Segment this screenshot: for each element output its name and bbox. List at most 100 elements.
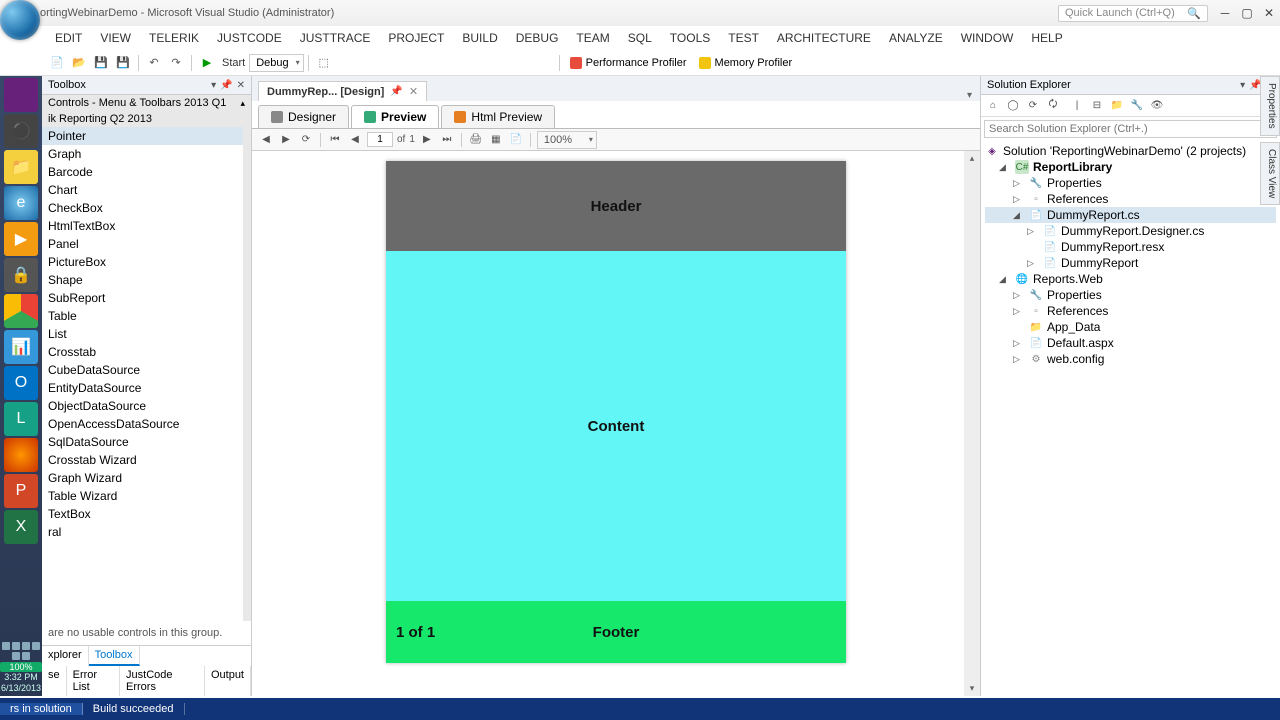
bottom-tab[interactable]: JustCode Errors xyxy=(120,666,205,696)
file-node[interactable]: ▷⚙web.config xyxy=(985,351,1276,367)
mem-profiler-button[interactable]: Memory Profiler xyxy=(693,57,799,69)
zoom-combo[interactable]: 100% xyxy=(537,131,597,149)
menu-window[interactable]: WINDOW xyxy=(952,31,1023,45)
toolbox-item[interactable]: Graph xyxy=(42,145,243,163)
menu-tools[interactable]: TOOLS xyxy=(661,31,719,45)
bottom-tab[interactable]: Error List xyxy=(67,666,120,696)
menu-project[interactable]: PROJECT xyxy=(379,31,453,45)
taskbar-outlook-icon[interactable]: O xyxy=(4,366,38,400)
start-button[interactable]: Start xyxy=(222,57,245,69)
menu-build[interactable]: BUILD xyxy=(453,31,506,45)
toolbox-item[interactable]: ral xyxy=(42,523,243,541)
file-node[interactable]: ◢📄DummyReport.cs xyxy=(985,207,1276,223)
toolbox-item[interactable]: PictureBox xyxy=(42,253,243,271)
toolbox-group[interactable]: ik Reporting Q2 2013 xyxy=(42,111,251,127)
home-icon[interactable]: ⌂ xyxy=(985,98,1001,114)
menu-justtrace[interactable]: JUSTTRACE xyxy=(291,31,380,45)
new-project-icon[interactable]: 📄 xyxy=(48,54,66,72)
taskbar-chrome-icon[interactable] xyxy=(4,294,38,328)
quick-launch-input[interactable]: Quick Launch (Ctrl+Q)🔍 xyxy=(1058,5,1208,22)
bottom-tab[interactable]: se xyxy=(42,666,67,696)
toolbox-item[interactable]: Barcode xyxy=(42,163,243,181)
undo-icon[interactable]: ↶ xyxy=(145,54,163,72)
toolbox-item[interactable]: Crosstab Wizard xyxy=(42,451,243,469)
status-errors[interactable]: rs in solution xyxy=(0,703,83,715)
tab-designer[interactable]: Designer xyxy=(258,105,349,128)
scrollbar[interactable]: ▴▾ xyxy=(964,151,980,696)
toolbox-item[interactable]: Crosstab xyxy=(42,343,243,361)
toolbox-item[interactable]: Graph Wizard xyxy=(42,469,243,487)
menu-test[interactable]: TEST xyxy=(719,31,768,45)
panel-tab[interactable]: xplorer xyxy=(42,646,89,666)
clock[interactable]: 3:32 PM6/13/2013 xyxy=(0,672,42,694)
close-icon[interactable]: ✕ xyxy=(409,85,418,98)
config-combo[interactable]: Debug xyxy=(249,54,303,72)
dropdown-icon[interactable]: ▾ xyxy=(1240,80,1245,91)
toolbox-item[interactable]: Pointer xyxy=(42,127,243,145)
toolbox-item[interactable]: HtmlTextBox xyxy=(42,217,243,235)
taskbar-ie-icon[interactable]: e xyxy=(4,186,38,220)
dropdown-icon[interactable]: ▾ xyxy=(211,80,216,91)
properties-tab[interactable]: Properties xyxy=(1260,76,1280,136)
solution-search[interactable] xyxy=(981,117,1280,141)
print-icon[interactable]: 🖨 xyxy=(468,132,484,148)
toolbox-item[interactable]: SqlDataSource xyxy=(42,433,243,451)
prev-page-icon[interactable]: ◀ xyxy=(347,132,363,148)
properties-node[interactable]: ▷🔧Properties xyxy=(985,287,1276,303)
toolbox-item[interactable]: Table xyxy=(42,307,243,325)
menu-edit[interactable]: EDIT xyxy=(46,31,91,45)
first-page-icon[interactable]: ⏮ xyxy=(327,132,343,148)
menu-telerik[interactable]: TELERIK xyxy=(140,31,208,45)
toolbox-item[interactable]: TextBox xyxy=(42,505,243,523)
toolbox-item[interactable]: SubReport xyxy=(42,289,243,307)
toolbox-group[interactable]: Controls - Menu & Toolbars 2013 Q1▴ xyxy=(42,95,251,111)
start-orb[interactable] xyxy=(0,0,40,40)
toolbox-item[interactable]: EntityDataSource xyxy=(42,379,243,397)
menu-analyze[interactable]: ANALYZE xyxy=(880,31,952,45)
menu-help[interactable]: HELP xyxy=(1022,31,1071,45)
tab-preview[interactable]: Preview xyxy=(351,105,439,128)
minimize-button[interactable]: ─ xyxy=(1214,4,1236,22)
system-tray[interactable] xyxy=(0,640,42,662)
collapse-icon[interactable]: ⊟ xyxy=(1089,98,1105,114)
toolbox-item[interactable]: Table Wizard xyxy=(42,487,243,505)
nav-back-icon[interactable]: ◀ xyxy=(258,132,274,148)
toolbox-item[interactable]: Chart xyxy=(42,181,243,199)
export-icon[interactable]: 📄 xyxy=(508,132,524,148)
menu-sql[interactable]: SQL xyxy=(619,31,661,45)
back-icon[interactable]: ◯ xyxy=(1005,98,1021,114)
taskbar-folder-icon[interactable]: 📁 xyxy=(4,150,38,184)
layout-icon[interactable]: ▦ xyxy=(488,132,504,148)
toolbox-item[interactable]: ObjectDataSource xyxy=(42,397,243,415)
bottom-tab[interactable]: Output xyxy=(205,666,251,696)
save-all-icon[interactable]: 💾 xyxy=(114,54,132,72)
page-input[interactable] xyxy=(367,132,393,147)
document-tab[interactable]: DummyRep... [Design] 📌 ✕ xyxy=(258,81,427,101)
last-page-icon[interactable]: ⏭ xyxy=(439,132,455,148)
perf-profiler-button[interactable]: Performance Profiler xyxy=(564,57,693,69)
taskbar-icon[interactable]: 📊 xyxy=(4,330,38,364)
file-node[interactable]: 📄DummyReport.resx xyxy=(985,239,1276,255)
toolbox-item[interactable]: List xyxy=(42,325,243,343)
references-node[interactable]: ▷▫References xyxy=(985,303,1276,319)
panel-tab[interactable]: Toolbox xyxy=(89,646,140,666)
class-view-tab[interactable]: Class View xyxy=(1260,142,1280,205)
menu-team[interactable]: TEAM xyxy=(567,31,618,45)
toolbox-item[interactable]: Shape xyxy=(42,271,243,289)
save-icon[interactable]: 💾 xyxy=(92,54,110,72)
properties-icon[interactable]: 🔧 xyxy=(1129,98,1145,114)
toolbox-item[interactable]: CubeDataSource xyxy=(42,361,243,379)
solution-search-input[interactable] xyxy=(984,120,1277,138)
file-node[interactable]: ▷📄Default.aspx xyxy=(985,335,1276,351)
redo-icon[interactable]: ↷ xyxy=(167,54,185,72)
menu-justcode[interactable]: JUSTCODE xyxy=(208,31,291,45)
taskbar-lync-icon[interactable]: L xyxy=(4,402,38,436)
taskbar-media-icon[interactable]: ▶ xyxy=(4,222,38,256)
toolbox-item[interactable]: Panel xyxy=(42,235,243,253)
folder-node[interactable]: 📁App_Data xyxy=(985,319,1276,335)
close-icon[interactable]: ✕ xyxy=(237,80,245,91)
pin-icon[interactable]: 📌 xyxy=(220,80,232,91)
taskbar-vs-icon[interactable] xyxy=(4,78,38,112)
sync-icon[interactable]: ⟳ xyxy=(1025,98,1041,114)
menu-debug[interactable]: DEBUG xyxy=(507,31,568,45)
